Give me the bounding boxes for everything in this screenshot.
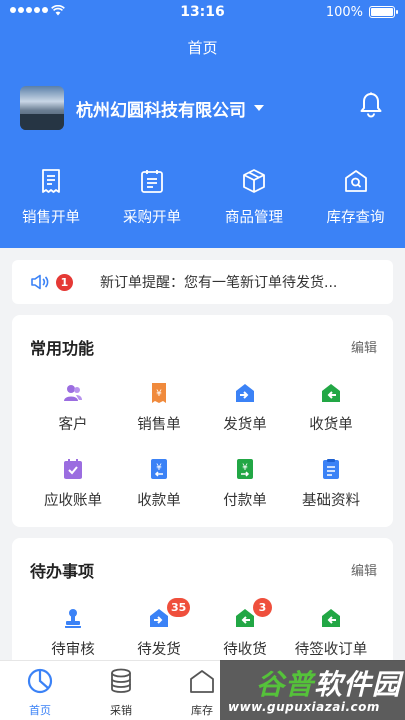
header: 13:16 100% 首页 杭州幻圆科技有限公司 销售开单 采购开单 商品管理 … <box>0 0 405 248</box>
box-icon <box>243 169 265 193</box>
section-title: 常用功能 <box>30 339 95 358</box>
tab-home[interactable]: 首页 <box>0 667 80 718</box>
quick-action-label: 采购开单 <box>123 210 181 226</box>
shipping-icon <box>150 609 168 627</box>
quick-action-sales[interactable]: 销售开单 <box>0 168 102 230</box>
quick-action-purchase[interactable]: 采购开单 <box>102 168 202 230</box>
quick-actions: 销售开单 采购开单 商品管理 库存查询 <box>0 168 405 230</box>
purchase-form-icon <box>141 170 163 193</box>
company-name: 杭州幻圆科技有限公司 <box>76 100 246 121</box>
collection-icon: ¥ <box>151 459 167 479</box>
warehouse-search-icon <box>344 170 367 192</box>
chevron-down-icon <box>254 105 264 111</box>
quick-action-stock[interactable]: 库存查询 <box>306 168 405 230</box>
receiving-icon <box>236 609 254 627</box>
receipt-icon <box>42 169 60 193</box>
notice-count-badge: 1 <box>56 273 73 291</box>
common-functions-card: 常用功能 编辑 客户 ¥ 销售单 发货单 收货单 应收账单 ¥ 收款单 ¥ 付款… <box>12 315 393 527</box>
count-badge: 3 <box>253 598 272 617</box>
basic-data-icon <box>323 459 339 479</box>
tab-label: 采销 <box>110 704 132 717</box>
edit-button[interactable]: 编辑 <box>351 560 377 579</box>
page-title: 首页 <box>187 39 218 57</box>
quick-action-label: 销售开单 <box>22 210 80 226</box>
watermark-url: www.gupuxiazai.com <box>228 700 380 714</box>
tab-purchase-sales[interactable]: 采销 <box>81 667 161 718</box>
quick-action-label: 商品管理 <box>225 210 283 226</box>
todo-card: 待办事项 编辑 待审核 35 待发货 3 待收货 待签收订单 <box>12 538 393 678</box>
svg-text:¥: ¥ <box>242 463 248 473</box>
battery-icon <box>369 6 398 18</box>
status-bar: 13:16 100% <box>0 0 405 26</box>
watermark-logo-text: 谷普软件园 <box>256 668 402 701</box>
quick-action-goods[interactable]: 商品管理 <box>202 168 306 230</box>
shipping-icon <box>236 384 254 402</box>
home-pie-icon <box>27 668 53 694</box>
receiving-icon <box>322 609 340 627</box>
tab-label: 首页 <box>29 704 51 717</box>
count-badge: 35 <box>167 598 191 617</box>
todo-label: 待签收订单 <box>294 642 368 658</box>
speaker-icon <box>31 274 49 290</box>
database-icon <box>111 668 131 693</box>
inventory-icon <box>190 670 214 693</box>
review-stamp-icon <box>65 609 81 628</box>
notice-text: 新订单提醒：您有一笔新订单待发货... <box>100 275 338 291</box>
sales-order-icon: ¥ <box>152 383 166 403</box>
function-label: 收货单 <box>309 417 353 433</box>
notice-bar[interactable]: 1 新订单提醒：您有一笔新订单待发货... <box>12 260 393 304</box>
customers-icon <box>64 385 82 401</box>
section-title: 待办事项 <box>30 562 95 581</box>
svg-text:¥: ¥ <box>156 463 162 473</box>
function-label: 基础资料 <box>302 493 360 509</box>
watermark-overlay: 谷普软件园 www.gupuxiazai.com <box>220 660 405 720</box>
edit-button[interactable]: 编辑 <box>351 337 377 356</box>
company-switcher[interactable]: 杭州幻圆科技有限公司 <box>20 86 264 130</box>
payment-icon: ¥ <box>237 459 253 479</box>
receiving-icon <box>322 384 340 402</box>
company-avatar <box>20 86 64 130</box>
svg-text:¥: ¥ <box>156 389 162 399</box>
bell-icon[interactable] <box>359 92 383 118</box>
receivable-icon <box>64 459 82 479</box>
quick-action-label: 库存查询 <box>326 210 385 226</box>
battery-percent: 100% <box>325 5 363 20</box>
